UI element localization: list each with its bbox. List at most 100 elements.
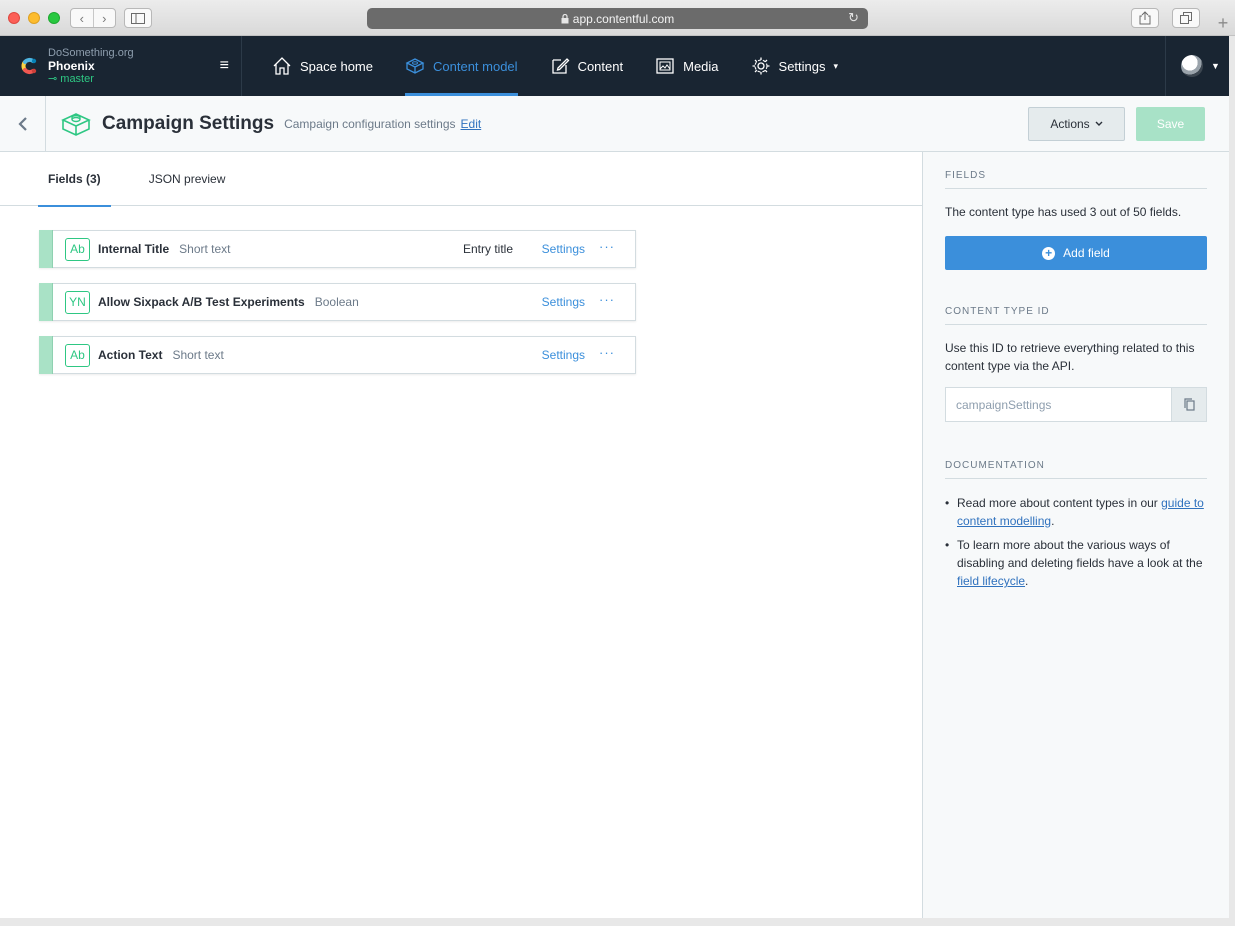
back-arrow-icon[interactable]: ‹ [71,9,94,27]
gear-icon [752,57,770,75]
field-name: Allow Sixpack A/B Test Experiments [98,295,305,309]
content-type-id-field[interactable]: campaignSettings [945,387,1172,422]
field-row-allow-sixpack[interactable]: YN Allow Sixpack A/B Test Experiments Bo… [39,282,636,321]
space-switcher[interactable]: DoSomething.org Phoenix ⊸ master ≡ [0,36,242,96]
field-list: Ab Internal Title Short text Entry title… [39,229,636,389]
entry-title-badge: Entry title [462,242,513,256]
drag-handle[interactable] [39,282,53,321]
text-type-icon: Ab [65,343,90,367]
workbench-header: Campaign Settings Campaign configuration… [0,95,1235,152]
doc-text: Read more about content types in our [957,496,1162,510]
branch-icon: ⊸ [48,72,61,85]
field-settings-link[interactable]: Settings [542,348,585,362]
more-options-icon[interactable]: ··· [599,292,615,307]
save-button[interactable]: Save [1136,107,1205,141]
plus-circle-icon: + [1042,246,1056,260]
environment-name: master [60,72,94,85]
reload-icon[interactable]: ↻ [848,10,859,26]
actions-label: Actions [1050,117,1090,131]
text-type-icon: Ab [65,237,90,261]
actions-button[interactable]: Actions [1028,107,1125,141]
add-field-button[interactable]: + Add field [945,236,1207,270]
field-settings-link[interactable]: Settings [542,295,585,309]
tabs-icon [1180,12,1192,24]
field-name: Action Text [98,348,163,362]
share-icon [1139,11,1151,25]
nav-settings[interactable]: Settings ▾ [735,36,855,96]
list-item: To learn more about the various ways of … [945,536,1207,590]
copy-button[interactable] [1172,387,1207,422]
close-window-button[interactable] [8,12,20,24]
window-controls [8,12,60,24]
nav-content[interactable]: Content [534,36,640,96]
field-settings-link[interactable]: Settings [542,242,585,256]
copy-icon [1183,398,1195,411]
content-type-id-box: campaignSettings [945,387,1207,422]
drag-handle[interactable] [39,335,53,374]
field-type: Short text [172,348,224,362]
nav-label: Content model [433,58,518,74]
chevron-down-icon: ▾ [833,60,839,71]
sidebar-icon [131,12,145,24]
content-type-icon [60,108,92,140]
documentation-heading: DOCUMENTATION [945,460,1207,479]
house-icon [273,57,291,75]
window-edge [1229,36,1235,926]
content-type-id-heading: CONTENT TYPE ID [945,306,1207,325]
zoom-window-button[interactable] [48,12,60,24]
chevron-down-icon: ▼ [1211,61,1220,71]
new-tab-button[interactable]: + [1211,10,1235,36]
window-edge [0,918,1235,926]
field-lifecycle-link[interactable]: field lifecycle [957,574,1025,588]
boolean-type-icon: YN [65,290,90,314]
org-name: DoSomething.org [48,46,134,59]
fields-heading: FIELDS [945,170,1207,189]
add-field-label: Add field [1063,246,1110,260]
page-title: Campaign Settings [102,112,275,134]
hamburger-menu-icon[interactable]: ≡ [220,58,229,74]
field-type: Boolean [314,295,359,309]
sidebar: FIELDS The content type has used 3 out o… [922,152,1229,918]
documentation-list: Read more about content types in our gui… [945,494,1207,590]
tab-json-preview[interactable]: JSON preview [139,152,236,206]
content-type-id-text: Use this ID to retrieve everything relat… [945,341,1195,373]
field-row-internal-title[interactable]: Ab Internal Title Short text Entry title… [39,229,636,268]
share-button[interactable] [1131,8,1159,28]
back-button[interactable] [0,95,46,152]
drag-handle[interactable] [39,229,53,268]
page-description: Campaign configuration settings [284,116,456,131]
cube-icon [61,112,91,136]
doc-text: . [1025,574,1029,588]
edit-link[interactable]: Edit [461,117,482,131]
contentful-logo-icon [21,57,37,75]
nav-label: Space home [300,58,373,74]
more-options-icon[interactable]: ··· [599,345,615,360]
more-options-icon[interactable]: ··· [599,239,615,254]
top-navigation: DoSomething.org Phoenix ⊸ master ≡ Space… [0,36,1235,96]
minimize-window-button[interactable] [28,12,40,24]
cube-icon [405,58,425,74]
tabs-overview-button[interactable] [1172,8,1200,28]
field-name: Internal Title [98,242,170,256]
sidebar-toggle-button[interactable] [124,8,152,28]
environment-label: ⊸ master [48,73,134,86]
nav-label: Media [683,58,719,74]
nav-media[interactable]: Media [639,36,734,96]
user-menu[interactable]: ▼ [1165,36,1235,96]
doc-text: . [1051,514,1055,528]
field-type: Short text [179,242,231,256]
space-name: Phoenix [48,58,95,73]
browser-chrome: ‹ › app.contentful.com ↻ + [0,0,1235,36]
field-row-action-text[interactable]: Ab Action Text Short text Settings ··· [39,335,636,374]
avatar [1181,55,1204,77]
forward-arrow-icon[interactable]: › [94,9,116,27]
nav-content-model[interactable]: Content model [389,36,534,96]
address-bar[interactable]: app.contentful.com ↻ [367,8,868,29]
fields-usage-text: The content type has used 3 out of 50 fi… [945,205,1182,219]
tab-fields[interactable]: Fields (3) [38,152,111,207]
lock-icon [561,13,569,23]
chevron-left-icon [17,116,27,131]
nav-space-home[interactable]: Space home [256,36,389,96]
list-item: Read more about content types in our gui… [945,494,1207,530]
nav-label: Content [577,58,624,74]
